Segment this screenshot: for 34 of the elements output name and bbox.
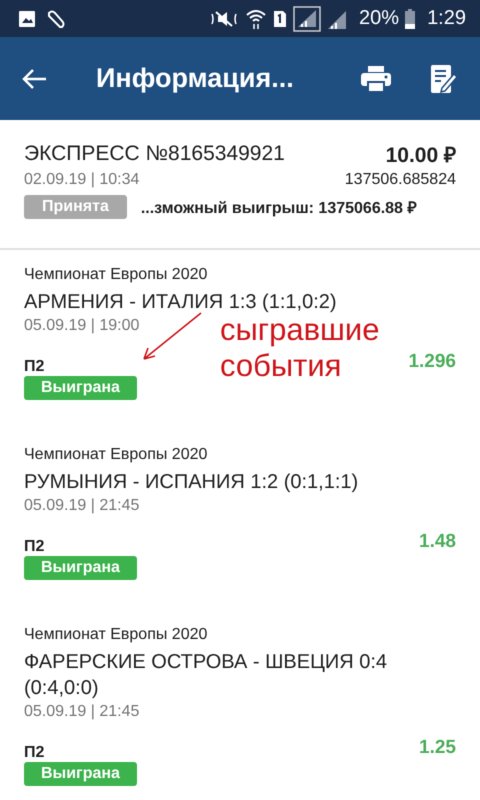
bet-title: ЭКСПРЕСС №8165349921	[24, 142, 285, 166]
odds-value: 1.296	[408, 351, 456, 373]
outcome-label: П2	[24, 744, 44, 762]
status-badge: Выиграна	[24, 556, 137, 580]
possible-win: ...зможный выигрыш: 1375066.88 ₽	[140, 199, 416, 218]
battery-percent: 20%	[359, 7, 400, 30]
battery-icon	[405, 8, 416, 28]
clock: 1:29	[427, 7, 466, 30]
outcome-label: П2	[24, 358, 44, 376]
outcome-label: П2	[24, 538, 44, 556]
mute-icon	[209, 8, 240, 28]
bet-amount: 10.00 ₽	[386, 143, 456, 168]
gallery-icon	[18, 10, 36, 28]
total-coefficient: 137506.685824	[344, 171, 456, 189]
sim-icon	[273, 10, 288, 28]
match-title: АРМЕНИЯ - ИТАЛИЯ 1:3 (1:1,0:2)	[24, 290, 338, 315]
status-badge: Выиграна	[24, 376, 137, 400]
odds-value: 1.48	[419, 531, 456, 553]
bet-date: 02.09.19 | 10:34	[24, 171, 140, 189]
annotation-text: сыгравшие события	[220, 312, 380, 384]
match-date: 05.09.19 | 21:45	[24, 703, 140, 721]
league-name: Чемпионат Европы 2020	[24, 266, 208, 284]
match-date: 05.09.19 | 19:00	[24, 317, 140, 335]
status-badge: Принята	[24, 195, 127, 219]
signal-icon	[293, 6, 322, 32]
odds-value: 1.25	[419, 737, 456, 759]
screen-title: Информация...	[96, 63, 295, 94]
match-date: 05.09.19 | 21:45	[24, 497, 140, 515]
league-name: Чемпионат Европы 2020	[24, 446, 208, 464]
status-badge: Выиграна	[24, 762, 137, 786]
match-title: РУМЫНИЯ - ИСПАНИЯ 1:2 (0:1,1:1)	[24, 470, 360, 495]
match-title: ФАРЕРСКИЕ ОСТРОВА - ШВЕЦИЯ 0:4 (0:4,0:0)	[24, 650, 388, 701]
wifi-icon	[245, 8, 268, 30]
league-name: Чемпионат Европы 2020	[24, 626, 208, 644]
